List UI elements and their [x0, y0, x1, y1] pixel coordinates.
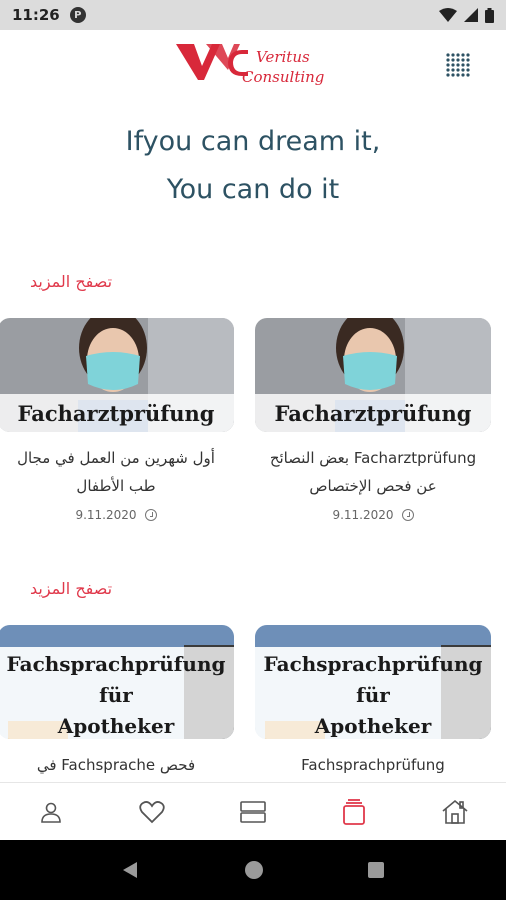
profile-icon: [40, 802, 61, 823]
browse-more-link[interactable]: تصفح المزيد: [30, 272, 112, 291]
recents-icon[interactable]: [367, 861, 385, 879]
article-title: أول شهرين من العمل في مجال طب الأطفال: [17, 449, 215, 495]
article-image-title: Fachsprachprüfung für Apotheker: [0, 647, 234, 739]
battery-icon: [485, 7, 494, 23]
logo-text-line1: Veritus: [256, 48, 310, 66]
date-text: 9.11.2020: [332, 508, 394, 522]
nav-profile[interactable]: [31, 792, 71, 832]
back-icon[interactable]: [121, 860, 141, 880]
article-image: Facharztprüfung: [0, 318, 234, 432]
article-image: Fachsprachprüfung für Apotheker: [0, 625, 234, 739]
clipboard-icon: [343, 798, 366, 825]
image-title-line: Fachsprachprüfung: [263, 652, 483, 676]
wifi-icon: [439, 8, 457, 22]
image-title-line: Fachsprachprüfung: [6, 652, 226, 676]
article-title: Fachsprachprüfung: [301, 756, 445, 774]
hero-line2: You can do it: [166, 174, 340, 205]
image-title-line: für: [99, 683, 133, 707]
article-title: فحص Fachsprache في: [36, 756, 196, 774]
clock-icon: [144, 509, 157, 521]
article-date: 9.11.2020: [0, 508, 234, 522]
hero-tagline: Ifyou can dream it, You can do it: [0, 118, 506, 214]
article-image-title: Facharztprüfung: [255, 394, 491, 432]
article-image-title: Facharztprüfung: [0, 394, 234, 432]
hero-line1: Ifyou can dream it,: [125, 126, 381, 157]
browse-more-link[interactable]: تصفح المزيد: [30, 579, 112, 598]
article-image: Facharztprüfung: [255, 318, 491, 432]
image-title-line: Apotheker: [314, 714, 432, 738]
home-circle-icon[interactable]: [244, 860, 264, 880]
article-card[interactable]: Facharztprüfung Facharztprüfung بعض النص…: [255, 318, 491, 522]
app-header: Veritus Consulting: [0, 30, 506, 100]
date-text: 9.11.2020: [75, 508, 137, 522]
nav-list[interactable]: [233, 792, 273, 832]
article-card[interactable]: Facharztprüfung أول شهرين من العمل في مج…: [0, 318, 234, 522]
article-image: Fachsprachprüfung für Apotheker: [255, 625, 491, 739]
article-title: Facharztprüfung بعض النصائح عن فحص الإخت…: [269, 449, 477, 495]
article-card[interactable]: Fachsprachprüfung für Apotheker فحص Fach…: [0, 625, 234, 779]
nav-favorites[interactable]: [132, 792, 172, 832]
image-title-line: für: [356, 683, 390, 707]
app-notification-icon: P: [69, 7, 86, 23]
article-card[interactable]: Fachsprachprüfung für Apotheker Fachspra…: [255, 625, 491, 779]
bottom-nav: [0, 782, 506, 840]
veritus-logo[interactable]: Veritus Consulting: [172, 40, 342, 88]
logo-text-line2: Consulting: [242, 68, 324, 86]
signal-icon: [464, 8, 478, 22]
system-nav-bar: [0, 840, 506, 900]
nav-clipboard[interactable]: [334, 792, 374, 832]
list-icon: [240, 800, 266, 823]
clock-icon: [401, 509, 414, 521]
status-time: 11:26: [12, 6, 60, 24]
article-image-title: Fachsprachprüfung für Apotheker: [255, 647, 491, 739]
image-title-line: Apotheker: [57, 714, 175, 738]
article-date: 9.11.2020: [255, 508, 491, 522]
nav-home[interactable]: [435, 792, 475, 832]
heart-icon: [139, 800, 165, 823]
grid-dots-icon[interactable]: [443, 50, 473, 80]
home-icon: [442, 799, 468, 824]
status-bar: 11:26 P: [0, 0, 506, 30]
